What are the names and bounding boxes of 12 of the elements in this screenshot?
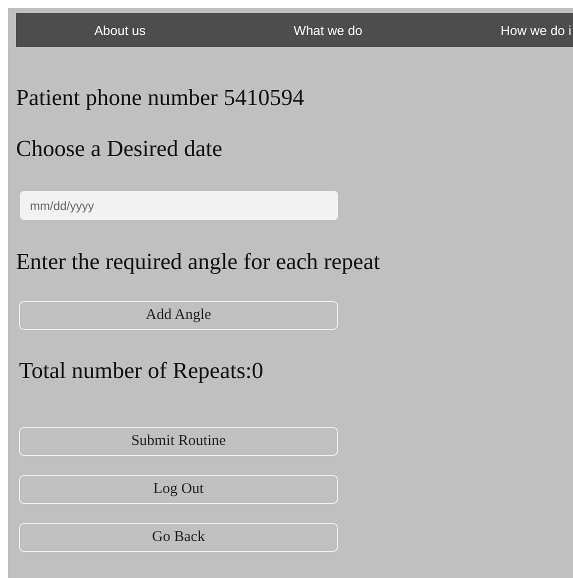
patient-phone: Patient phone number 5410594 <box>16 85 304 111</box>
nav-link[interactable]: About us <box>16 13 224 47</box>
total-repeats: Total number of Repeats:0 <box>19 358 264 384</box>
nav-link[interactable]: What we do <box>224 13 432 47</box>
nav-link[interactable]: How we do i <box>432 13 573 47</box>
action-button[interactable]: Log Out <box>19 475 338 504</box>
action-button[interactable]: Go Back <box>19 523 338 552</box>
date-field[interactable]: mm/dd/yyyy <box>20 191 338 220</box>
action-button[interactable]: Submit Routine <box>19 427 338 456</box>
add-angle-button[interactable]: Add Angle <box>19 301 338 330</box>
date-heading: Choose a Desired date <box>16 136 222 162</box>
angle-heading: Enter the required angle for each repeat <box>16 249 380 275</box>
